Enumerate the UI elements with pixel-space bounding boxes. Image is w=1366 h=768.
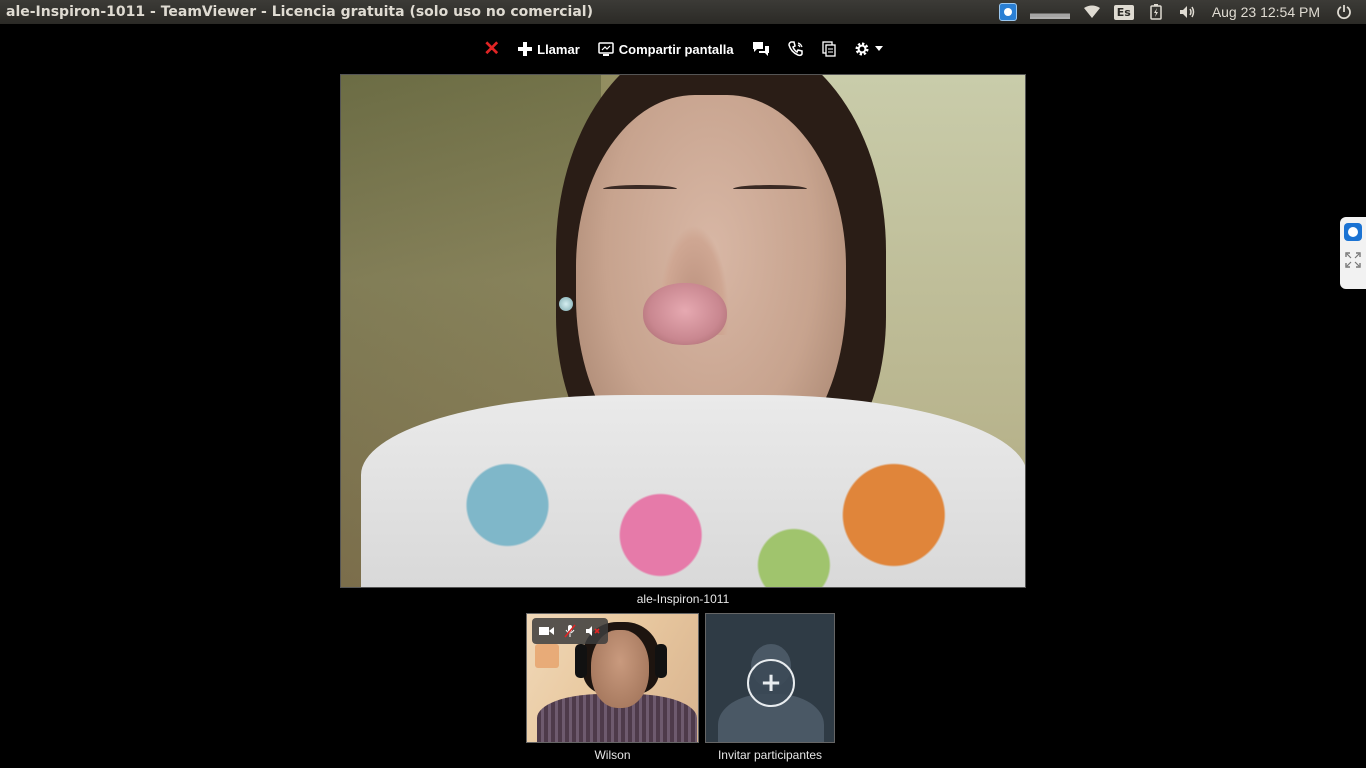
camera-icon[interactable] bbox=[537, 621, 557, 641]
close-x-icon: ✕ bbox=[483, 38, 501, 60]
video-person-lips bbox=[643, 283, 727, 345]
invite-participants-label: Invitar participantes bbox=[717, 748, 823, 762]
call-button-label: Llamar bbox=[537, 41, 580, 57]
chat-bubbles-icon bbox=[752, 42, 769, 56]
keyboard-layout-label: Es bbox=[1113, 4, 1134, 20]
add-participant-icon: + bbox=[747, 659, 795, 707]
end-call-button[interactable]: ✕ bbox=[474, 34, 509, 64]
expand-fullscreen-icon[interactable] bbox=[1344, 251, 1362, 269]
wifi-icon[interactable] bbox=[1076, 0, 1108, 24]
window-title: ale-Inspiron-1011 - TeamViewer - Licenci… bbox=[6, 4, 593, 20]
video-person-earring bbox=[559, 297, 573, 311]
call-button[interactable]: Llamar bbox=[509, 34, 589, 64]
headphones-right bbox=[655, 644, 667, 678]
system-load-graph[interactable] bbox=[1029, 5, 1070, 19]
gear-icon bbox=[855, 42, 869, 56]
plus-icon bbox=[518, 42, 533, 56]
teamviewer-tray-icon[interactable] bbox=[992, 0, 1024, 24]
phone-call-button[interactable] bbox=[779, 34, 813, 64]
call-toolbar: ✕ Llamar Compartir pantalla bbox=[0, 32, 1366, 66]
thumb-background-object bbox=[535, 644, 559, 668]
keyboard-layout-icon[interactable]: Es bbox=[1108, 0, 1140, 24]
main-video-participant-name: ale-Inspiron-1011 bbox=[636, 592, 730, 606]
clock[interactable]: Aug 23 12:54 PM bbox=[1204, 4, 1328, 20]
teamviewer-side-dock bbox=[1340, 217, 1366, 289]
share-screen-label: Compartir pantalla bbox=[618, 41, 734, 57]
files-button[interactable] bbox=[813, 34, 845, 64]
battery-icon[interactable] bbox=[1140, 0, 1172, 24]
main-video-feed[interactable] bbox=[340, 74, 1026, 588]
top-panel: ale-Inspiron-1011 - TeamViewer - Licenci… bbox=[0, 0, 1366, 24]
video-person-shirt bbox=[361, 395, 1025, 587]
video-person-eye-left bbox=[603, 185, 677, 193]
teamviewer-logo-icon[interactable] bbox=[1344, 223, 1362, 241]
share-screen-button[interactable]: Compartir pantalla bbox=[589, 34, 743, 64]
speaker-muted-icon[interactable] bbox=[583, 621, 603, 641]
chat-button[interactable] bbox=[743, 34, 779, 64]
invite-participants-button[interactable]: + bbox=[705, 613, 835, 743]
settings-button[interactable] bbox=[845, 34, 892, 64]
headphones-left bbox=[575, 644, 587, 678]
system-tray: Es Aug 23 12:54 PM bbox=[992, 0, 1360, 24]
files-icon bbox=[821, 41, 836, 57]
participant-name-label: Wilson bbox=[594, 748, 631, 762]
video-person-eye-right bbox=[733, 185, 807, 193]
power-icon[interactable] bbox=[1328, 0, 1360, 24]
chevron-down-icon bbox=[874, 46, 883, 51]
volume-icon[interactable] bbox=[1172, 0, 1204, 24]
microphone-muted-icon[interactable] bbox=[560, 621, 580, 641]
phone-call-icon bbox=[787, 41, 803, 57]
participant-media-controls bbox=[532, 618, 608, 644]
monitor-icon bbox=[598, 42, 614, 56]
